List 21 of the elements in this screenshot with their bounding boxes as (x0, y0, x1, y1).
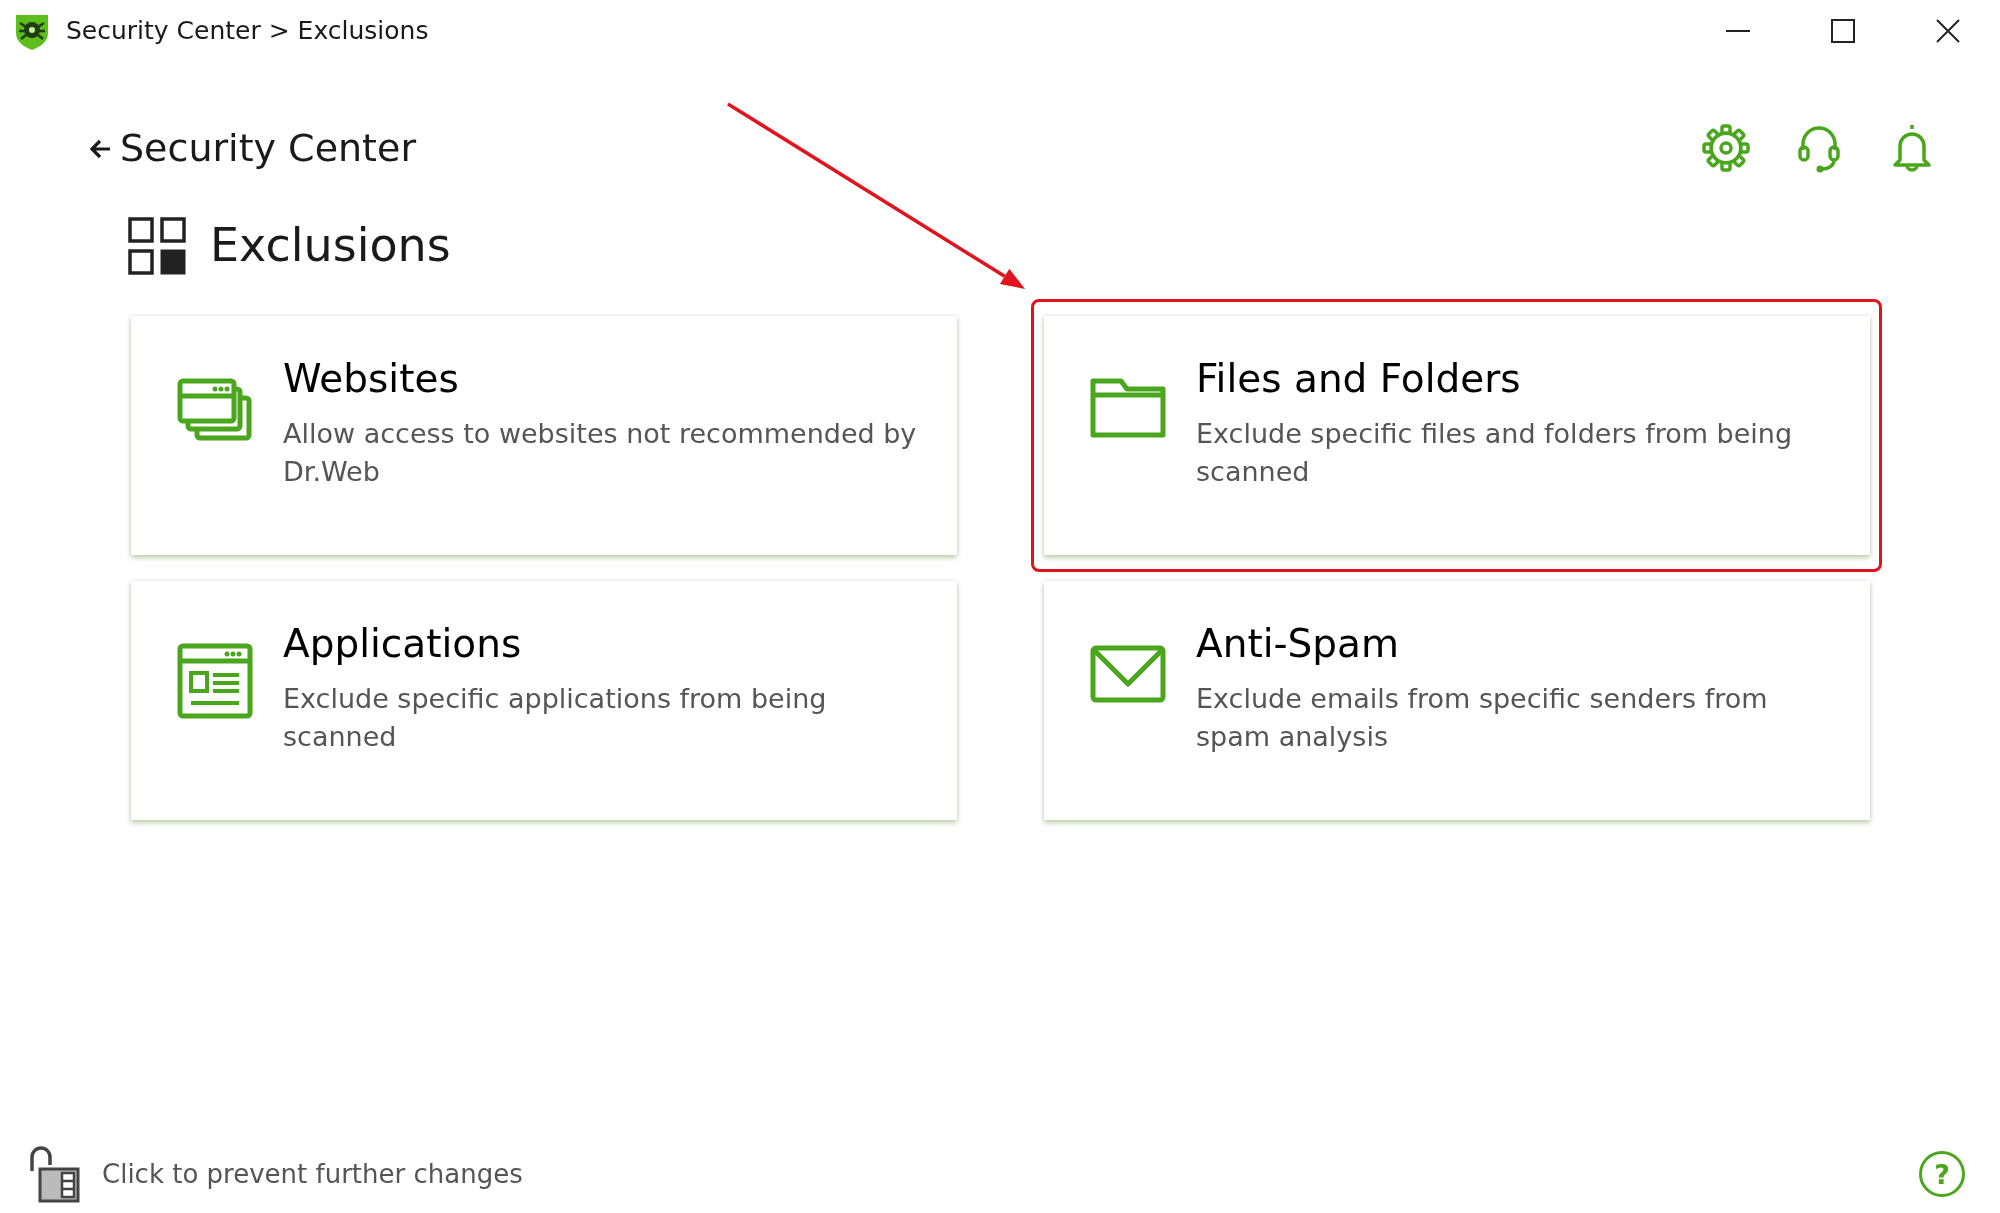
card-title: Anti-Spam (1196, 623, 1400, 666)
card-description: Exclude emails from specific senders from spam analysis (1196, 681, 1769, 754)
exclusion-card[interactable]: Anti-Spam Exclude emails from specific senders from spam analysis (1044, 581, 1870, 820)
card-description: Allow access to websites not recommended by Dr.Web (283, 416, 918, 489)
card-title: Websites (283, 358, 460, 401)
close-icon (1935, 19, 1960, 43)
exclusion-card[interactable]: Files and Folders Exclude specific files and folders from being scanned (1044, 316, 1870, 555)
card-description: Exclude specific applications from being scanned (283, 681, 828, 754)
card-title: Applications (283, 623, 523, 666)
exclusion-card[interactable]: Applications Exclude specific applications from being scanned (131, 581, 957, 820)
card-description: Exclude specific files and folders from being scanned (1196, 416, 1794, 489)
grid-icon (128, 216, 186, 275)
window-title: Security Center > Exclusions (66, 15, 429, 48)
lock-button[interactable]: Click to prevent further changes (26, 1145, 523, 1203)
app-window-icon (177, 643, 253, 719)
page-heading: Exclusions (210, 217, 451, 274)
maximize-icon (1830, 19, 1855, 43)
card-title: Files and Folders (1196, 358, 1522, 401)
exclusion-card[interactable]: Websites Allow access to websites not recommended by Dr.Web (131, 316, 957, 555)
back-link[interactable]: Security Center (88, 120, 417, 177)
minimize-icon (1725, 30, 1750, 32)
